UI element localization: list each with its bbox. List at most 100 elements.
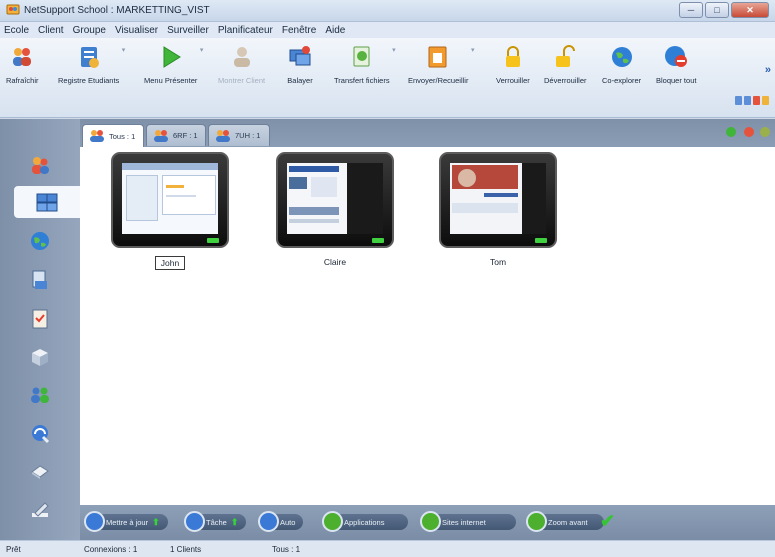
status-group: Tous : 1 xyxy=(272,545,301,554)
monitors-icon xyxy=(36,193,58,212)
close-button[interactable]: ✕ xyxy=(731,2,769,18)
tab-tous[interactable]: Tous : 1 xyxy=(82,124,144,147)
sidebar-files-view[interactable] xyxy=(12,341,68,373)
unlock-button[interactable]: Déverrouiller xyxy=(544,44,587,100)
arrow-up-icon: ⬆ xyxy=(230,516,239,527)
play-icon xyxy=(163,46,181,68)
co-explore-button[interactable]: Co-explorer xyxy=(602,44,641,100)
menu-fenetre[interactable]: Fenêtre xyxy=(282,25,316,36)
status-state: Prêt xyxy=(6,545,21,554)
client-name[interactable]: John xyxy=(154,256,186,270)
client-thumbnail[interactable]: Claire xyxy=(276,152,394,268)
websites-icon xyxy=(420,511,441,532)
applications-icon xyxy=(322,511,343,532)
present-menu-button[interactable]: Menu Présenter ▾ xyxy=(144,44,203,100)
connection-led xyxy=(207,238,219,243)
window-title: NetSupport School : MARKETTING_VIST xyxy=(24,5,210,16)
client-monitor[interactable] xyxy=(111,152,229,248)
connection-led xyxy=(535,238,547,243)
toolbar-overflow-button[interactable]: » xyxy=(765,64,771,76)
mini-blue-icon[interactable] xyxy=(744,96,751,105)
users-icon xyxy=(90,130,104,142)
client-thumbnail[interactable]: John xyxy=(111,152,229,270)
menu-ecole[interactable]: Ecole xyxy=(4,25,29,36)
scan-icon xyxy=(289,46,311,66)
refresh-button[interactable]: Rafraîchir xyxy=(6,44,39,100)
update-action-button[interactable]: Mettre à jour ⬆ xyxy=(84,511,168,532)
sidebar-users-view[interactable] xyxy=(12,149,68,181)
zoom-in-action-button[interactable]: Zoom avant xyxy=(526,511,604,532)
netsupport-app-icon xyxy=(6,4,20,15)
block-all-button[interactable]: Bloquer tout xyxy=(656,44,696,100)
task-action-button[interactable]: Tâche ⬆ xyxy=(184,511,247,532)
client-name[interactable]: Claire xyxy=(320,256,350,268)
client-screen-preview xyxy=(287,163,383,234)
file-transfer-button[interactable]: Transfert fichiers ▾ xyxy=(334,44,396,100)
zoom-icon xyxy=(526,511,547,532)
websites-action-button[interactable]: Sites internet xyxy=(420,511,516,532)
mini-red-icon[interactable] xyxy=(753,96,760,105)
headset-icon xyxy=(32,425,50,444)
delete-group-icon[interactable] xyxy=(744,127,754,137)
scan-button[interactable]: Balayer xyxy=(287,44,313,100)
mini-yellow-icon[interactable] xyxy=(762,96,769,105)
menu-client[interactable]: Client xyxy=(38,25,64,36)
sidebar-audio-view[interactable] xyxy=(12,417,68,449)
edit-group-icon[interactable] xyxy=(760,127,770,137)
group-icon xyxy=(31,387,49,403)
lock-button[interactable]: Verrouiller xyxy=(496,44,530,100)
sidebar-survey-view[interactable] xyxy=(12,303,68,335)
menu-surveiller[interactable]: Surveiller xyxy=(167,25,209,36)
menu-planificateur[interactable]: Planificateur xyxy=(218,25,273,36)
refresh-users-icon xyxy=(13,48,32,66)
printer-icon xyxy=(32,270,47,289)
title-bar: NetSupport School : MARKETTING_VIST ─ □ … xyxy=(0,0,775,22)
connection-led xyxy=(372,238,384,243)
tab-7uh[interactable]: 7UH : 1 xyxy=(208,124,270,146)
checkmark-icon: ✔ xyxy=(600,511,616,531)
lock-icon xyxy=(505,46,520,67)
menu-aide[interactable]: Aide xyxy=(325,25,345,36)
show-client-icon xyxy=(233,47,250,67)
maximize-button[interactable]: □ xyxy=(705,2,729,18)
send-collect-icon xyxy=(428,46,447,68)
box-icon xyxy=(32,349,48,366)
sidebar-eraser-view[interactable] xyxy=(12,455,68,487)
task-icon xyxy=(184,511,205,532)
group-tabs: Tous : 1 6RF : 1 7UH : 1 xyxy=(80,119,775,147)
users-icon xyxy=(154,129,168,142)
view-sidebar xyxy=(0,119,80,540)
dropdown-arrow-icon[interactable]: ▾ xyxy=(200,46,204,54)
menu-visualiser[interactable]: Visualiser xyxy=(115,25,158,36)
client-monitor[interactable] xyxy=(276,152,394,248)
sidebar-print-view[interactable] xyxy=(12,264,68,296)
dropdown-arrow-icon[interactable]: ▾ xyxy=(122,46,126,54)
status-bar: Prêt Connexions : 1 1 Clients Tous : 1 xyxy=(0,540,775,557)
student-register-button[interactable]: Registre Etudiants ▾ xyxy=(58,44,125,100)
client-thumbnail[interactable]: Tom xyxy=(439,152,557,268)
pen-icon xyxy=(32,502,49,517)
sidebar-web-view[interactable] xyxy=(12,225,68,257)
status-clients: 1 Clients xyxy=(170,545,202,554)
dropdown-arrow-icon[interactable]: ▾ xyxy=(471,46,475,54)
client-monitor[interactable] xyxy=(439,152,557,248)
sidebar-journal-view[interactable] xyxy=(12,494,68,526)
client-screen-preview xyxy=(122,163,218,234)
tab-6rf[interactable]: 6RF : 1 xyxy=(146,124,206,146)
minimize-button[interactable]: ─ xyxy=(679,2,703,18)
auto-action-button[interactable]: Auto xyxy=(258,511,304,532)
client-name[interactable]: Tom xyxy=(486,256,510,268)
eraser-icon xyxy=(31,465,49,479)
menu-groupe[interactable]: Groupe xyxy=(73,25,106,36)
add-group-icon[interactable] xyxy=(726,127,736,137)
show-client-button: Montrer Client xyxy=(218,44,265,100)
sidebar-groups-view[interactable] xyxy=(12,379,68,411)
send-collect-button[interactable]: Envoyer/Recueillir ▾ xyxy=(408,44,474,100)
users-icon xyxy=(216,129,230,142)
block-icon xyxy=(665,46,688,67)
applications-action-button[interactable]: Applications xyxy=(322,511,408,532)
toolbar-mini-icons xyxy=(733,96,769,105)
mini-blue-icon[interactable] xyxy=(735,96,742,105)
sidebar-thumbnail-view[interactable] xyxy=(14,186,80,218)
dropdown-arrow-icon[interactable]: ▾ xyxy=(392,46,396,54)
